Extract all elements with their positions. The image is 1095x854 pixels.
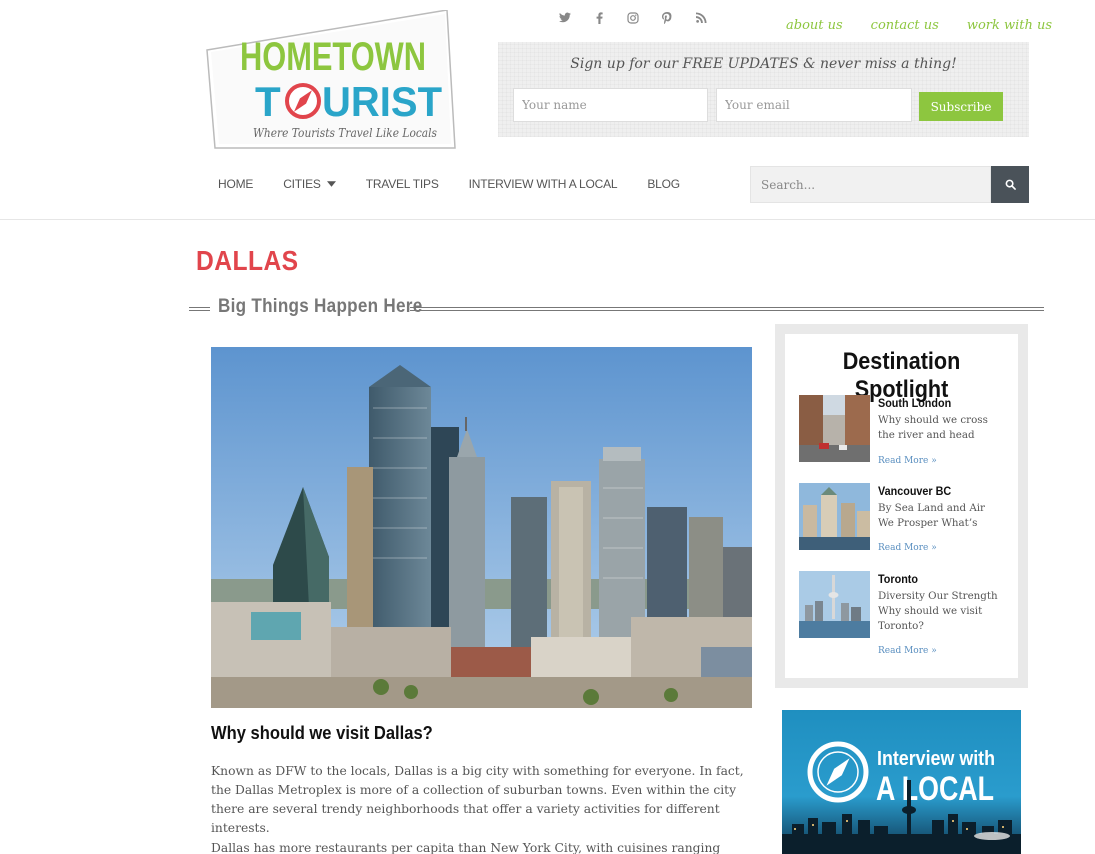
top-links: about us contact us work with us <box>786 18 1052 33</box>
tagline-rule-left <box>189 307 210 311</box>
main-nav: HOME CITIES TRAVEL TIPS INTERVIEW WITH A… <box>218 176 710 192</box>
read-more-link[interactable]: Read More » <box>878 646 937 656</box>
nav-cities[interactable]: CITIES <box>283 176 336 192</box>
svg-text:URIST: URIST <box>322 78 442 125</box>
work-with-us-link[interactable]: work with us <box>967 18 1052 33</box>
site-logo[interactable]: HOMETOWN T URIST Where Tourists Travel L… <box>205 9 457 150</box>
toronto-thumbnail[interactable] <box>799 571 870 638</box>
dallas-skyline-image <box>211 347 752 708</box>
destination-spotlight: Destination Spotlight South London Why s… <box>775 324 1028 688</box>
card-excerpt: By Sea Land and Air We Prosper What’s <box>878 502 985 529</box>
card-excerpt: Diversity Our Strength Why should we vis… <box>878 590 998 632</box>
svg-text:HOMETOWN: HOMETOWN <box>240 35 426 79</box>
email-input[interactable] <box>716 88 912 122</box>
name-input[interactable] <box>513 88 708 122</box>
read-more-link[interactable]: Read More » <box>878 456 937 466</box>
about-us-link[interactable]: about us <box>786 18 843 33</box>
tagline-row: Big Things Happen Here <box>189 296 1044 320</box>
search-icon <box>1005 175 1016 194</box>
card-excerpt: Why should we cross the river and head <box>878 414 988 441</box>
spotlight-panel: Destination Spotlight South London Why s… <box>785 334 1018 678</box>
article-paragraph: Known as DFW to the locals, Dallas is a … <box>211 764 744 835</box>
vancouver-thumbnail[interactable] <box>799 483 870 550</box>
subscribe-button[interactable]: Subscribe <box>919 92 1003 121</box>
facebook-icon[interactable] <box>582 12 616 28</box>
article-heading: Why should we visit Dallas? <box>211 723 433 743</box>
search-input[interactable] <box>750 166 991 203</box>
rss-icon[interactable] <box>684 12 718 28</box>
read-more-link[interactable]: Read More » <box>878 543 937 553</box>
instagram-icon[interactable] <box>616 12 650 28</box>
social-links <box>548 12 718 28</box>
article-paragraph: Dallas has more restaurants per capita t… <box>211 841 721 854</box>
search-bar <box>750 166 1029 203</box>
nav-travel-tips[interactable]: TRAVEL TIPS <box>366 176 439 192</box>
nav-cities-label: CITIES <box>283 177 321 191</box>
nav-blog[interactable]: BLOG <box>647 176 680 192</box>
nav-home[interactable]: HOME <box>218 176 253 192</box>
svg-text:Interview with: Interview with <box>877 748 995 770</box>
newsletter-signup: Sign up for our FREE UPDATES & never mis… <box>498 42 1029 137</box>
search-button[interactable] <box>991 166 1029 203</box>
svg-text:T: T <box>255 78 281 125</box>
south-london-thumbnail[interactable] <box>799 395 870 462</box>
header-divider <box>0 219 1095 220</box>
card-title[interactable]: Vancouver BC <box>878 484 951 498</box>
card-title[interactable]: Toronto <box>878 572 918 586</box>
svg-text:Where Tourists Travel Like Loc: Where Tourists Travel Like Locals <box>253 125 437 140</box>
twitter-icon[interactable] <box>548 12 582 28</box>
signup-message: Sign up for our FREE UPDATES & never mis… <box>570 56 957 72</box>
nav-interview[interactable]: INTERVIEW WITH A LOCAL <box>469 176 618 192</box>
chevron-down-icon <box>326 179 336 189</box>
contact-us-link[interactable]: contact us <box>871 18 939 33</box>
page-tagline: Big Things Happen Here <box>218 296 423 317</box>
tagline-rule-right <box>410 307 1044 311</box>
svg-text:A LOCAL: A LOCAL <box>876 770 994 808</box>
pinterest-icon[interactable] <box>650 12 684 28</box>
interview-banner[interactable]: Interview with A LOCAL <box>782 710 1021 854</box>
card-title[interactable]: South London <box>878 396 951 410</box>
page-title: DALLAS <box>196 245 299 276</box>
